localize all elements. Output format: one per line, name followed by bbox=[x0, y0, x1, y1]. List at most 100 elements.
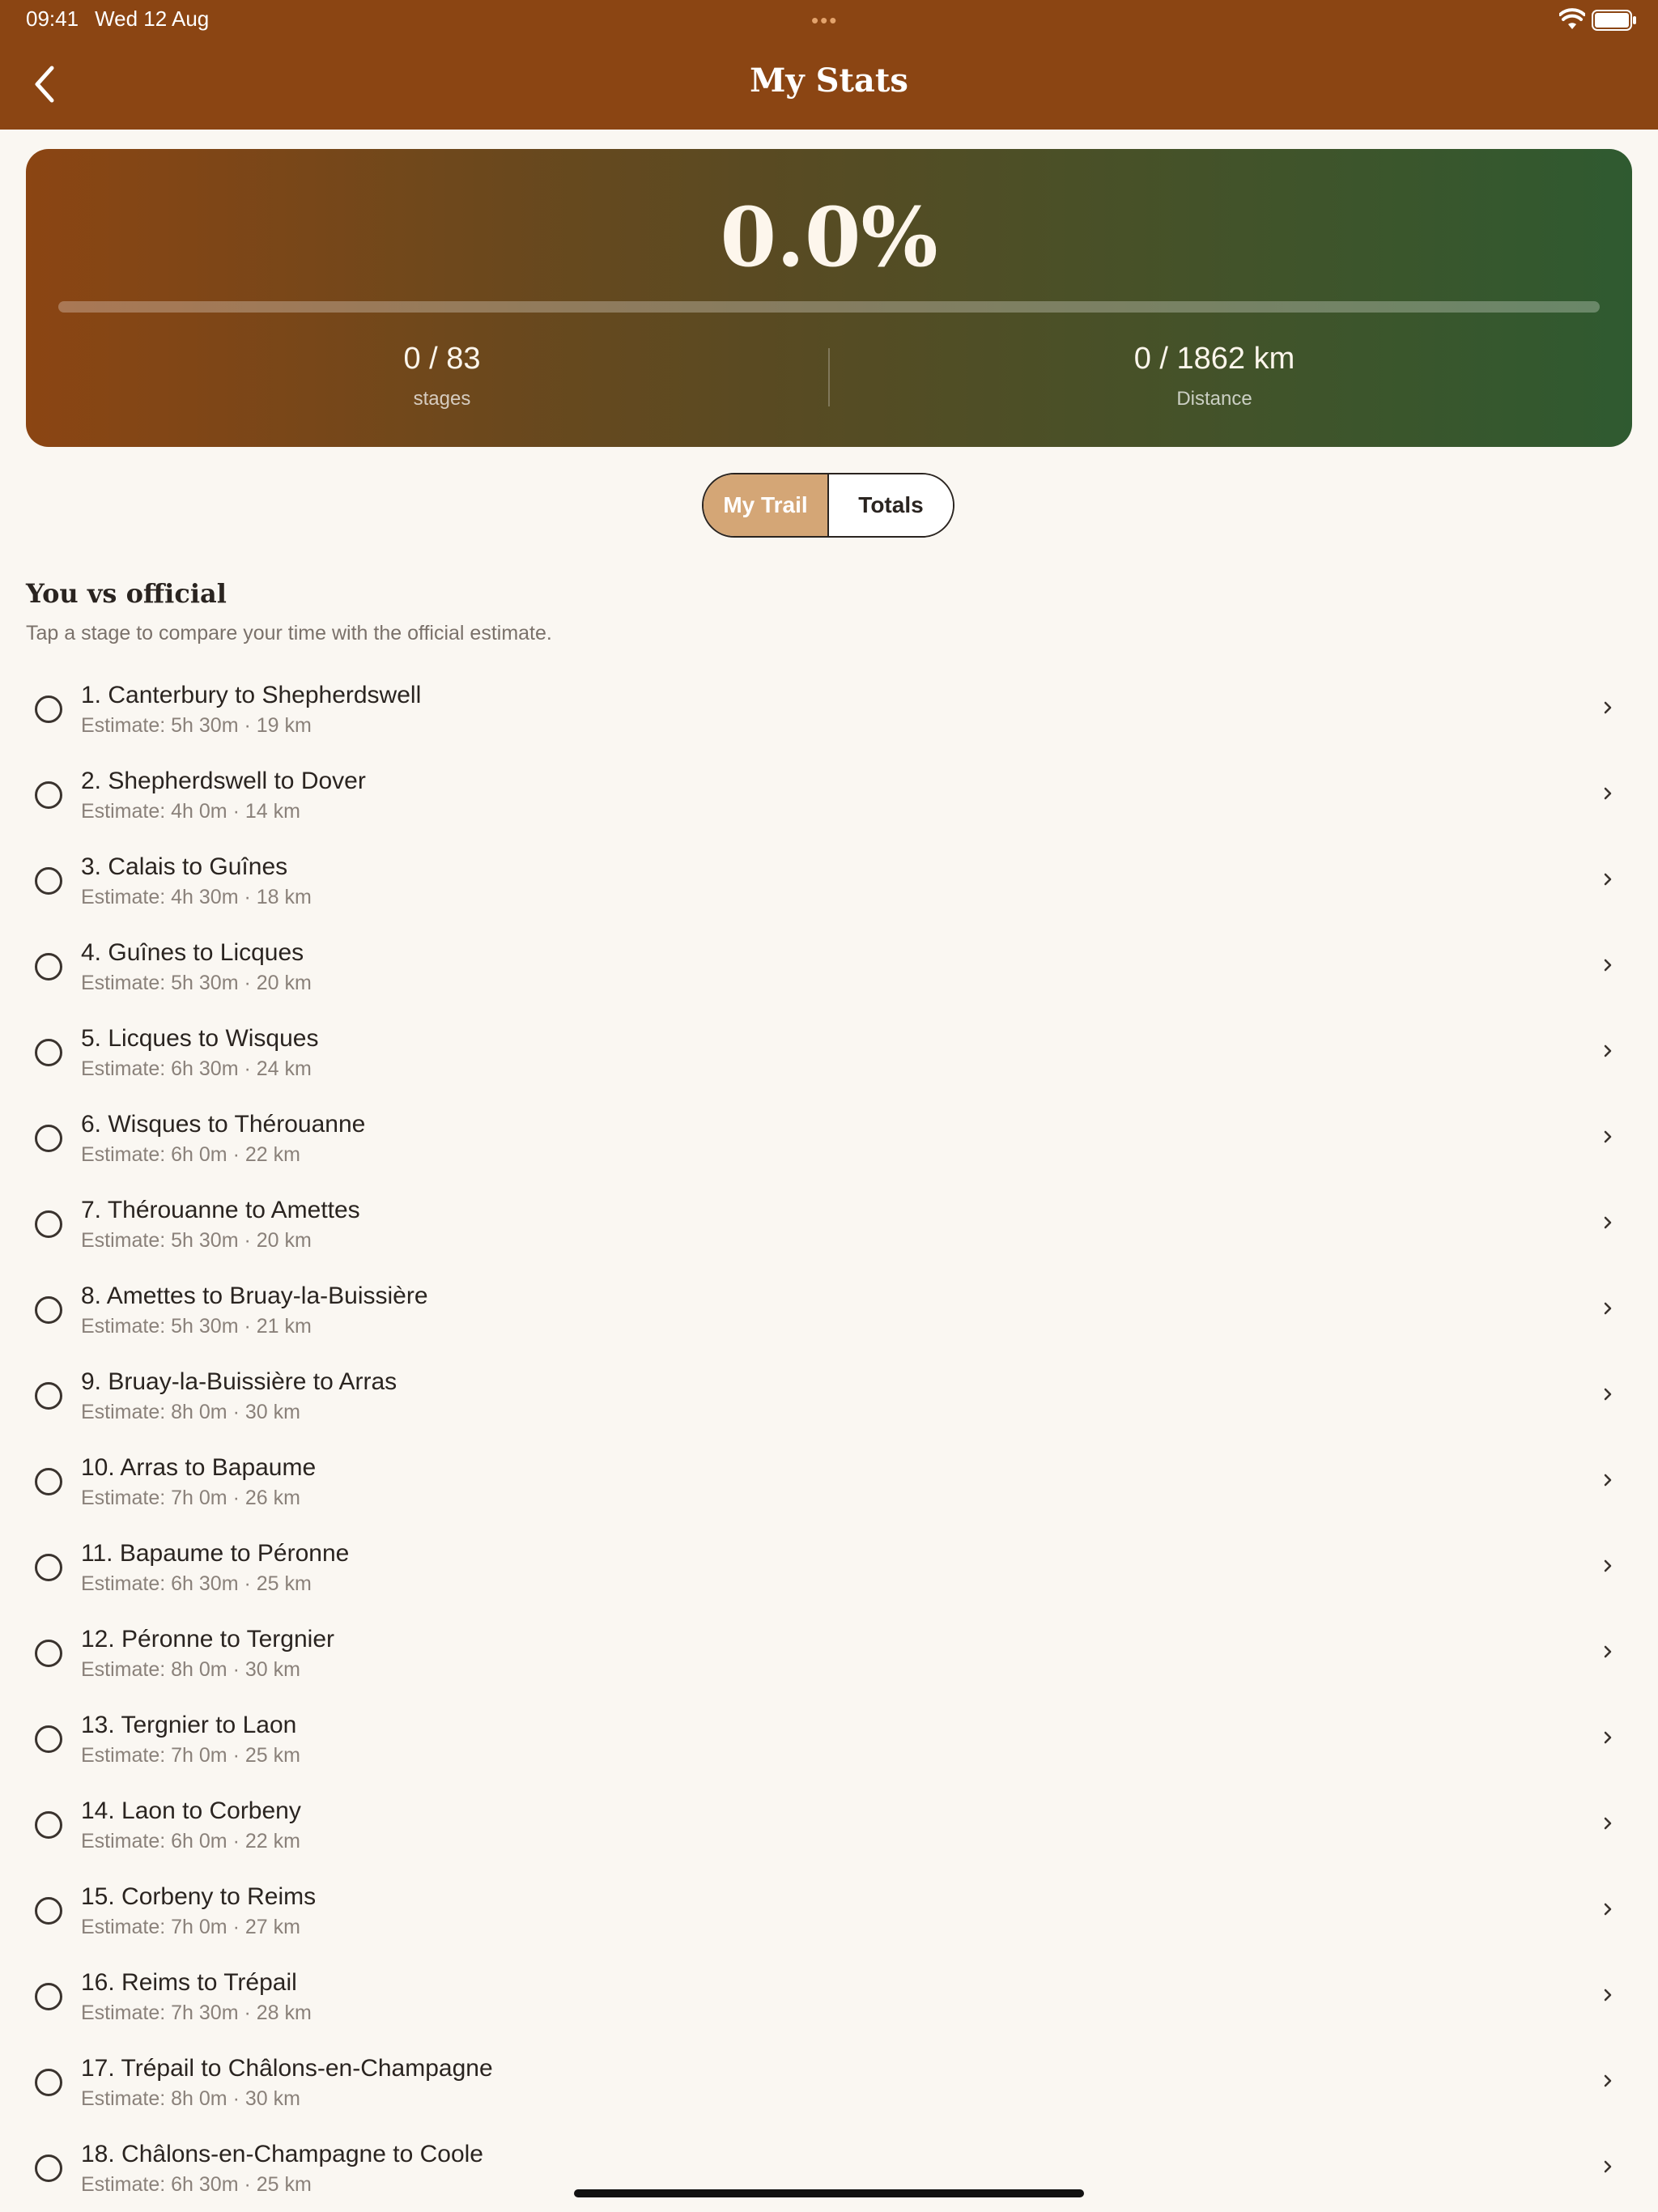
stage-row[interactable]: 1. Canterbury to Shepherdswell Estimate: … bbox=[0, 664, 1658, 750]
chevron-right-icon bbox=[1604, 1474, 1612, 1487]
stage-name: 5. Licques to Wisques bbox=[81, 1025, 319, 1052]
stage-row[interactable]: 5. Licques to Wisques Estimate: 6h 30m · … bbox=[0, 1007, 1658, 1093]
chevron-right-icon bbox=[1604, 701, 1612, 714]
stage-row[interactable]: 10. Arras to Bapaume Estimate: 7h 0m · 26… bbox=[0, 1436, 1658, 1522]
distance-stat: 0 / 1862 km Distance bbox=[971, 342, 1457, 410]
stage-name: 10. Arras to Bapaume bbox=[81, 1454, 317, 1481]
stage-name: 14. Laon to Corbeny bbox=[81, 1797, 301, 1824]
stage-name: 16. Reims to Trépail bbox=[81, 1969, 297, 1996]
view-segmented-control: My Trail Totals bbox=[702, 473, 954, 538]
stage-complete-radio[interactable] bbox=[35, 1210, 62, 1238]
stage-estimate: Estimate: 5h 30m · 19 km bbox=[81, 714, 312, 737]
stage-row[interactable]: 3. Calais to Guînes Estimate: 4h 30m · 18… bbox=[0, 836, 1658, 921]
stage-estimate: Estimate: 8h 0m · 30 km bbox=[81, 2087, 300, 2110]
stage-estimate: Estimate: 6h 0m · 22 km bbox=[81, 1143, 300, 1166]
chevron-right-icon bbox=[1604, 1731, 1612, 1744]
stage-name: 2. Shepherdswell to Dover bbox=[81, 768, 366, 794]
stage-name: 4. Guînes to Licques bbox=[81, 939, 304, 966]
stage-complete-radio[interactable] bbox=[35, 1296, 62, 1324]
stage-complete-radio[interactable] bbox=[35, 696, 62, 723]
chevron-right-icon bbox=[1604, 1216, 1612, 1229]
stage-complete-radio[interactable] bbox=[35, 1725, 62, 1753]
stage-estimate: Estimate: 8h 0m · 30 km bbox=[81, 1401, 300, 1423]
stage-estimate: Estimate: 4h 0m · 14 km bbox=[81, 800, 300, 823]
stage-row[interactable]: 7. Thérouanne to Amettes Estimate: 5h 30m… bbox=[0, 1179, 1658, 1265]
stage-row[interactable]: 9. Bruay-la-Buissière to Arras Estimate: … bbox=[0, 1351, 1658, 1436]
stage-estimate: Estimate: 8h 0m · 30 km bbox=[81, 1658, 300, 1681]
stage-name: 7. Thérouanne to Amettes bbox=[81, 1197, 360, 1223]
chevron-right-icon bbox=[1604, 1044, 1612, 1057]
stage-estimate: Estimate: 7h 0m · 27 km bbox=[81, 1916, 300, 1938]
chevron-right-icon bbox=[1604, 787, 1612, 800]
top-bar: 09:41 Wed 12 Aug ••• My Stats bbox=[0, 0, 1658, 130]
stage-row[interactable]: 4. Guînes to Licques Estimate: 5h 30m · 2… bbox=[0, 921, 1658, 1007]
progress-card: 0.0% 0 / 83 stages 0 / 1862 km Distance bbox=[26, 149, 1632, 447]
status-date: Wed 12 Aug bbox=[95, 6, 210, 31]
chevron-right-icon bbox=[1604, 1559, 1612, 1572]
stage-estimate: Estimate: 7h 0m · 26 km bbox=[81, 1487, 300, 1509]
stage-row[interactable]: 14. Laon to Corbeny Estimate: 6h 0m · 22 … bbox=[0, 1780, 1658, 1865]
wifi-icon bbox=[1559, 8, 1585, 29]
chevron-right-icon bbox=[1604, 1388, 1612, 1401]
stage-complete-radio[interactable] bbox=[35, 867, 62, 895]
stage-row[interactable]: 15. Corbeny to Reims Estimate: 7h 0m · 27… bbox=[0, 1865, 1658, 1951]
stages-stat: 0 / 83 stages bbox=[199, 342, 685, 410]
stage-list: 1. Canterbury to Shepherdswell Estimate: … bbox=[0, 664, 1658, 2209]
stage-complete-radio[interactable] bbox=[35, 2155, 62, 2182]
stage-complete-radio[interactable] bbox=[35, 2069, 62, 2096]
chevron-right-icon bbox=[1604, 1817, 1612, 1830]
stage-name: 1. Canterbury to Shepherdswell bbox=[81, 682, 422, 708]
stage-row[interactable]: 2. Shepherdswell to Dover Estimate: 4h 0m… bbox=[0, 750, 1658, 836]
stage-complete-radio[interactable] bbox=[35, 1039, 62, 1066]
stage-row[interactable]: 8. Amettes to Bruay-la-Buissière Estimate… bbox=[0, 1265, 1658, 1351]
progress-bar bbox=[58, 301, 1600, 313]
status-time: 09:41 Wed 12 Aug bbox=[26, 6, 209, 32]
stage-row[interactable]: 11. Bapaume to Péronne Estimate: 6h 30m ·… bbox=[0, 1522, 1658, 1608]
stage-estimate: Estimate: 6h 30m · 24 km bbox=[81, 1057, 312, 1080]
stage-estimate: Estimate: 4h 30m · 18 km bbox=[81, 886, 312, 908]
stage-estimate: Estimate: 5h 30m · 20 km bbox=[81, 972, 312, 994]
stage-name: 8. Amettes to Bruay-la-Buissière bbox=[81, 1283, 428, 1309]
distance-label: Distance bbox=[1176, 388, 1252, 410]
stage-complete-radio[interactable] bbox=[35, 1554, 62, 1581]
stage-complete-radio[interactable] bbox=[35, 953, 62, 981]
stages-label: stages bbox=[413, 388, 471, 410]
section-subtitle: Tap a stage to compare your time with th… bbox=[26, 622, 552, 644]
stage-estimate: Estimate: 5h 30m · 20 km bbox=[81, 1229, 312, 1252]
segment-my-trail[interactable]: My Trail bbox=[704, 474, 829, 536]
home-indicator[interactable] bbox=[574, 2189, 1084, 2197]
stages-value: 0 / 83 bbox=[403, 342, 481, 376]
stage-row[interactable]: 13. Tergnier to Laon Estimate: 7h 0m · 25… bbox=[0, 1694, 1658, 1780]
stage-complete-radio[interactable] bbox=[35, 781, 62, 809]
stage-estimate: Estimate: 6h 30m · 25 km bbox=[81, 2173, 312, 2196]
chevron-right-icon bbox=[1604, 1989, 1612, 2001]
chevron-right-icon bbox=[1604, 1130, 1612, 1143]
chevron-right-icon bbox=[1604, 2160, 1612, 2173]
stage-row[interactable]: 16. Reims to Trépail Estimate: 7h 30m · 2… bbox=[0, 1951, 1658, 2037]
stage-complete-radio[interactable] bbox=[35, 1811, 62, 1839]
multitask-dots-icon[interactable]: ••• bbox=[811, 8, 838, 33]
stage-estimate: Estimate: 7h 0m · 25 km bbox=[81, 1744, 300, 1767]
completion-percent: 0.0% bbox=[720, 189, 938, 285]
stage-name: 18. Châlons-en-Champagne to Coole bbox=[81, 2141, 483, 2167]
status-clock: 09:41 bbox=[26, 6, 79, 31]
stage-complete-radio[interactable] bbox=[35, 1382, 62, 1410]
stage-complete-radio[interactable] bbox=[35, 1640, 62, 1667]
stage-name: 6. Wisques to Thérouanne bbox=[81, 1111, 366, 1138]
stage-complete-radio[interactable] bbox=[35, 1983, 62, 2010]
stage-row[interactable]: 12. Péronne to Tergnier Estimate: 8h 0m ·… bbox=[0, 1608, 1658, 1694]
stage-row[interactable]: 6. Wisques to Thérouanne Estimate: 6h 0m … bbox=[0, 1093, 1658, 1179]
stage-complete-radio[interactable] bbox=[35, 1125, 62, 1152]
chevron-right-icon bbox=[1604, 873, 1612, 886]
chevron-right-icon bbox=[1604, 1302, 1612, 1315]
stage-complete-radio[interactable] bbox=[35, 1897, 62, 1925]
segment-totals[interactable]: Totals bbox=[829, 474, 953, 536]
battery-icon bbox=[1592, 10, 1636, 31]
stage-name: 9. Bruay-la-Buissière to Arras bbox=[81, 1368, 397, 1395]
stage-complete-radio[interactable] bbox=[35, 1468, 62, 1495]
stage-row[interactable]: 17. Trépail to Châlons-en-Champagne Estim… bbox=[0, 2037, 1658, 2123]
chevron-right-icon bbox=[1604, 959, 1612, 972]
stage-estimate: Estimate: 6h 0m · 22 km bbox=[81, 1830, 300, 1853]
stage-name: 15. Corbeny to Reims bbox=[81, 1883, 317, 1910]
stage-name: 11. Bapaume to Péronne bbox=[81, 1540, 350, 1567]
